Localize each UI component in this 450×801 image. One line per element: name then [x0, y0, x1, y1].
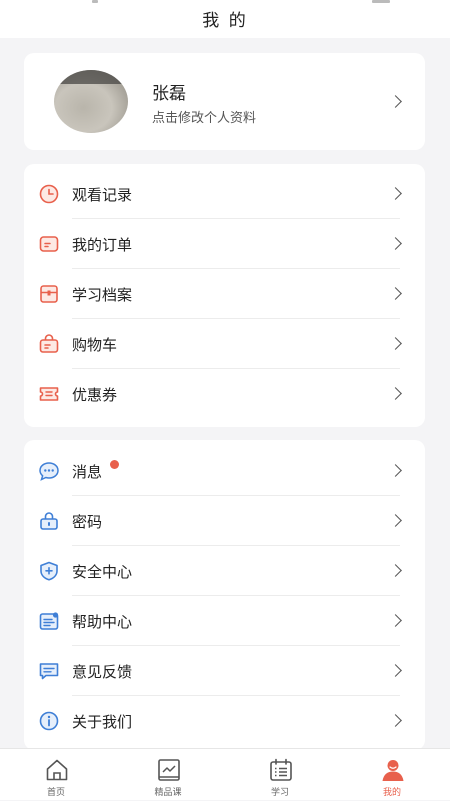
menu-item-label: 购物车 — [72, 336, 118, 354]
shield-icon — [40, 561, 58, 581]
cart-icon — [39, 334, 59, 353]
menu-item-password[interactable]: 密码 — [24, 496, 425, 546]
chevron-right-icon — [389, 614, 402, 627]
profile-edit-hint: 点击修改个人资料 — [152, 111, 257, 126]
calendar-icon — [270, 758, 292, 781]
bottom-tab-bar: 首页 精品课 学习 我的 — [0, 748, 450, 800]
status-bar-mark — [92, 0, 98, 3]
menu-item-label: 密码 — [72, 513, 103, 531]
profile-card[interactable]: 张磊 点击修改个人资料 — [24, 53, 425, 150]
menu-item-security-center[interactable]: 安全中心 — [24, 546, 425, 596]
chevron-right-icon — [389, 95, 402, 108]
chevron-right-icon — [389, 187, 402, 200]
avatar[interactable] — [54, 70, 128, 133]
help-icon — [39, 612, 59, 630]
message-icon — [39, 462, 59, 481]
chevron-right-icon — [389, 664, 402, 677]
menu-item-messages[interactable]: 消息 — [24, 446, 425, 496]
chevron-right-icon — [389, 514, 402, 527]
home-icon — [46, 759, 68, 781]
chevron-right-icon — [389, 564, 402, 577]
menu-item-label: 意见反馈 — [72, 663, 133, 681]
chevron-right-icon — [389, 464, 402, 477]
order-icon — [39, 236, 59, 252]
clock-icon — [39, 184, 59, 204]
menu-item-label: 帮助中心 — [72, 613, 133, 631]
profile-name: 张磊 — [152, 84, 186, 104]
info-icon — [39, 711, 59, 731]
tab-home[interactable]: 首页 — [0, 749, 112, 801]
menu-item-coupons[interactable]: 优惠券 — [24, 369, 425, 419]
status-bar-battery — [372, 0, 390, 3]
menu-item-label: 消息 — [72, 463, 103, 481]
tab-label: 学习 — [270, 788, 289, 798]
archive-icon — [40, 285, 58, 303]
menu-item-label: 我的订单 — [72, 236, 133, 254]
menu-item-study-archive[interactable]: 学习档案 — [24, 269, 425, 319]
menu-item-label: 观看记录 — [72, 186, 133, 204]
menu-item-label: 安全中心 — [72, 563, 133, 581]
menu-item-feedback[interactable]: 意见反馈 — [24, 646, 425, 696]
menu-item-watch-history[interactable]: 观看记录 — [24, 169, 425, 219]
tab-featured-courses[interactable]: 精品课 — [112, 749, 224, 801]
menu-item-label: 优惠券 — [72, 386, 118, 404]
tab-label: 我的 — [382, 788, 401, 798]
menu-item-cart[interactable]: 购物车 — [24, 319, 425, 369]
chevron-right-icon — [389, 337, 402, 350]
chevron-right-icon — [389, 287, 402, 300]
lock-icon — [40, 512, 58, 530]
menu-group-1: 观看记录 我的订单 学习档案 购物车 优惠券 — [24, 164, 425, 427]
menu-item-about-us[interactable]: 关于我们 — [24, 696, 425, 746]
page-title: 我 的 — [202, 11, 248, 31]
chevron-right-icon — [389, 714, 402, 727]
top-bar: 我 的 — [0, 0, 450, 38]
unread-badge — [110, 460, 119, 469]
tab-mine[interactable]: 我的 — [336, 749, 448, 801]
tab-label: 精品课 — [154, 788, 182, 798]
tab-label: 首页 — [46, 788, 65, 798]
menu-item-label: 学习档案 — [72, 286, 133, 304]
coupon-icon — [39, 387, 59, 401]
feedback-icon — [39, 663, 59, 680]
menu-item-help-center[interactable]: 帮助中心 — [24, 596, 425, 646]
menu-item-my-orders[interactable]: 我的订单 — [24, 219, 425, 269]
tab-study[interactable]: 学习 — [224, 749, 336, 801]
menu-item-label: 关于我们 — [72, 713, 133, 731]
user-icon — [382, 760, 404, 781]
chevron-right-icon — [389, 387, 402, 400]
chevron-right-icon — [389, 237, 402, 250]
menu-group-2: 消息 密码 安全中心 帮助中心 意见反馈 关于我们 — [24, 440, 425, 750]
course-icon — [158, 759, 180, 781]
